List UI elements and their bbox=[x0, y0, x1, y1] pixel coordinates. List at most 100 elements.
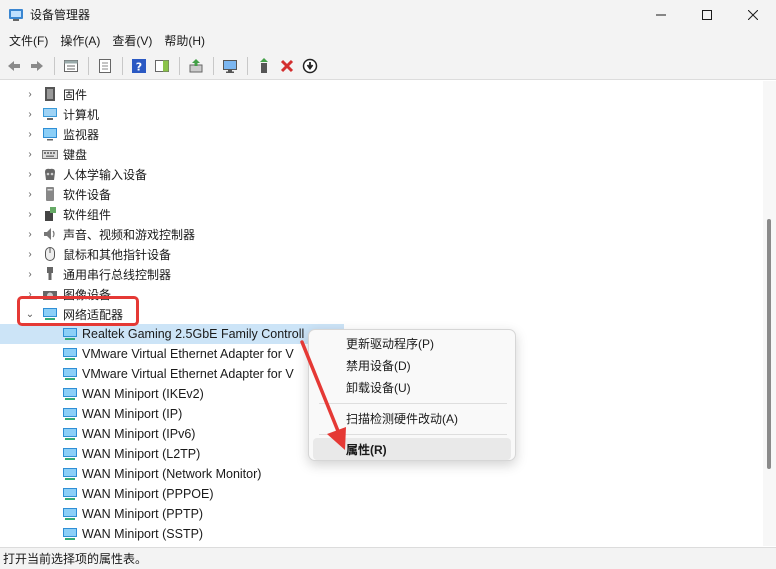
software-component-icon bbox=[42, 206, 58, 222]
uninstall-device-button[interactable] bbox=[276, 55, 298, 77]
tree-category-label: 鼠标和其他指针设备 bbox=[63, 247, 172, 262]
tree-category-network-adapters[interactable]: ⌄ 网络适配器 bbox=[0, 304, 123, 324]
tree-device-wan-l2tp[interactable]: WAN Miniport (L2TP) bbox=[0, 444, 200, 464]
tree-device-wan-pptp[interactable]: WAN Miniport (PPTP) bbox=[0, 504, 203, 524]
network-adapter-icon bbox=[62, 486, 78, 502]
chevron-down-icon[interactable]: ⌄ bbox=[24, 304, 36, 324]
tree-device-vmware-2[interactable]: VMware Virtual Ethernet Adapter for V bbox=[0, 364, 294, 384]
device-tree: › 固件 › 计算机 › 监视器 › 键盘 › 人体学输入设备 › 软件设备 ›… bbox=[0, 81, 763, 546]
tree-device-vmware-1[interactable]: VMware Virtual Ethernet Adapter for V bbox=[0, 344, 294, 364]
close-button[interactable] bbox=[730, 0, 776, 29]
network-adapter-icon bbox=[62, 346, 78, 362]
device-view-button[interactable] bbox=[60, 55, 82, 77]
network-adapter-icon bbox=[62, 406, 78, 422]
menu-separator bbox=[319, 403, 507, 404]
tree-device-realtek[interactable]: Realtek Gaming 2.5GbE Family Controll bbox=[0, 324, 344, 344]
chevron-right-icon[interactable]: › bbox=[24, 84, 36, 104]
scrollbar-thumb[interactable] bbox=[767, 219, 771, 469]
speaker-icon bbox=[42, 226, 58, 242]
tree-device-wan-ip[interactable]: WAN Miniport (IP) bbox=[0, 404, 182, 424]
tree-device-wan-ipv6[interactable]: WAN Miniport (IPv6) bbox=[0, 424, 195, 444]
menu-separator bbox=[319, 434, 507, 435]
toolbar-separator bbox=[88, 57, 89, 75]
status-text: 打开当前选择项的属性表。 bbox=[3, 552, 148, 566]
menu-view[interactable]: 查看(V) bbox=[106, 29, 158, 53]
chevron-right-icon[interactable]: › bbox=[24, 284, 36, 304]
tree-category-label: 监视器 bbox=[63, 127, 100, 142]
tree-category-label: 声音、视频和游戏控制器 bbox=[63, 227, 196, 242]
toolbar-separator bbox=[179, 57, 180, 75]
firmware-icon bbox=[42, 86, 58, 102]
tree-category-hid[interactable]: › 人体学输入设备 bbox=[0, 164, 147, 184]
network-adapter-icon bbox=[62, 506, 78, 522]
properties-button[interactable] bbox=[94, 55, 116, 77]
tree-category-imaging[interactable]: › 图像设备 bbox=[0, 284, 111, 304]
tree-device-wan-netmon[interactable]: WAN Miniport (Network Monitor) bbox=[0, 464, 261, 484]
disable-device-icon bbox=[302, 58, 318, 74]
forward-button[interactable] bbox=[26, 55, 48, 77]
tree-category-firmware[interactable]: › 固件 bbox=[0, 84, 87, 104]
menu-uninstall-device[interactable]: 卸载设备(U) bbox=[313, 376, 511, 398]
tree-category-software-devices[interactable]: › 软件设备 bbox=[0, 184, 111, 204]
tree-device-label: WAN Miniport (SSTP) bbox=[82, 527, 204, 541]
chevron-right-icon[interactable]: › bbox=[24, 204, 36, 224]
forward-arrow-icon bbox=[31, 61, 43, 71]
menu-properties[interactable]: 属性(R) bbox=[313, 438, 511, 460]
tree-category-label: 软件组件 bbox=[63, 207, 112, 222]
window-controls bbox=[638, 0, 776, 29]
chevron-right-icon[interactable]: › bbox=[24, 104, 36, 124]
camera-icon bbox=[42, 286, 58, 302]
menu-scan-hardware[interactable]: 扫描检测硬件改动(A) bbox=[313, 407, 511, 429]
close-icon bbox=[748, 9, 758, 20]
tree-category-label: 通用串行总线控制器 bbox=[63, 267, 172, 282]
network-adapter-icon bbox=[62, 466, 78, 482]
vertical-scrollbar[interactable] bbox=[763, 81, 776, 546]
usb-icon bbox=[42, 266, 58, 282]
chevron-right-icon[interactable]: › bbox=[24, 244, 36, 264]
menu-disable-device[interactable]: 禁用设备(D) bbox=[313, 354, 511, 376]
uninstall-device-icon bbox=[280, 59, 294, 73]
chevron-right-icon[interactable]: › bbox=[24, 144, 36, 164]
tree-device-wan-pppoe[interactable]: WAN Miniport (PPPOE) bbox=[0, 484, 214, 504]
back-arrow-icon bbox=[8, 61, 20, 71]
tree-device-label: WAN Miniport (L2TP) bbox=[82, 447, 201, 461]
help-button[interactable]: ? bbox=[128, 55, 150, 77]
network-adapter-icon bbox=[62, 426, 78, 442]
network-adapter-icon bbox=[62, 386, 78, 402]
tree-device-wan-ikev2[interactable]: WAN Miniport (IKEv2) bbox=[0, 384, 204, 404]
chevron-right-icon[interactable]: › bbox=[24, 264, 36, 284]
menu-help[interactable]: 帮助(H) bbox=[158, 29, 211, 53]
tree-category-software-components[interactable]: › 软件组件 bbox=[0, 204, 111, 224]
tree-category-computer[interactable]: › 计算机 bbox=[0, 104, 99, 124]
action-pane-button[interactable] bbox=[151, 55, 173, 77]
tree-device-label: VMware Virtual Ethernet Adapter for V bbox=[82, 367, 294, 381]
action-pane-icon bbox=[155, 60, 169, 72]
tree-category-label: 软件设备 bbox=[63, 187, 112, 202]
tree-device-wan-sstp[interactable]: WAN Miniport (SSTP) bbox=[0, 524, 203, 544]
scan-hardware-button[interactable] bbox=[219, 55, 241, 77]
menu-update-driver[interactable]: 更新驱动程序(P) bbox=[313, 332, 511, 354]
chevron-right-icon[interactable]: › bbox=[24, 164, 36, 184]
tree-category-usb[interactable]: › 通用串行总线控制器 bbox=[0, 264, 171, 284]
disable-device-button[interactable] bbox=[299, 55, 321, 77]
network-adapter-icon bbox=[62, 326, 78, 342]
menu-action[interactable]: 操作(A) bbox=[54, 29, 106, 53]
enable-device-button[interactable] bbox=[253, 55, 275, 77]
device-view-icon bbox=[64, 60, 78, 72]
toolbar-separator bbox=[213, 57, 214, 75]
update-driver-button[interactable] bbox=[185, 55, 207, 77]
tree-category-mice[interactable]: › 鼠标和其他指针设备 bbox=[0, 244, 171, 264]
tree-category-keyboards[interactable]: › 键盘 bbox=[0, 144, 87, 164]
chevron-right-icon[interactable]: › bbox=[24, 184, 36, 204]
chevron-right-icon[interactable]: › bbox=[24, 124, 36, 144]
menu-file[interactable]: 文件(F) bbox=[3, 29, 54, 53]
tree-device-label: WAN Miniport (IPv6) bbox=[82, 427, 196, 441]
tree-category-sound[interactable]: › 声音、视频和游戏控制器 bbox=[0, 224, 195, 244]
minimize-button[interactable] bbox=[638, 0, 684, 29]
toolbar-separator bbox=[247, 57, 248, 75]
maximize-button[interactable] bbox=[684, 0, 730, 29]
toolbar: ? bbox=[0, 53, 776, 80]
chevron-right-icon[interactable]: › bbox=[24, 224, 36, 244]
tree-category-monitors[interactable]: › 监视器 bbox=[0, 124, 99, 144]
back-button[interactable] bbox=[3, 55, 25, 77]
